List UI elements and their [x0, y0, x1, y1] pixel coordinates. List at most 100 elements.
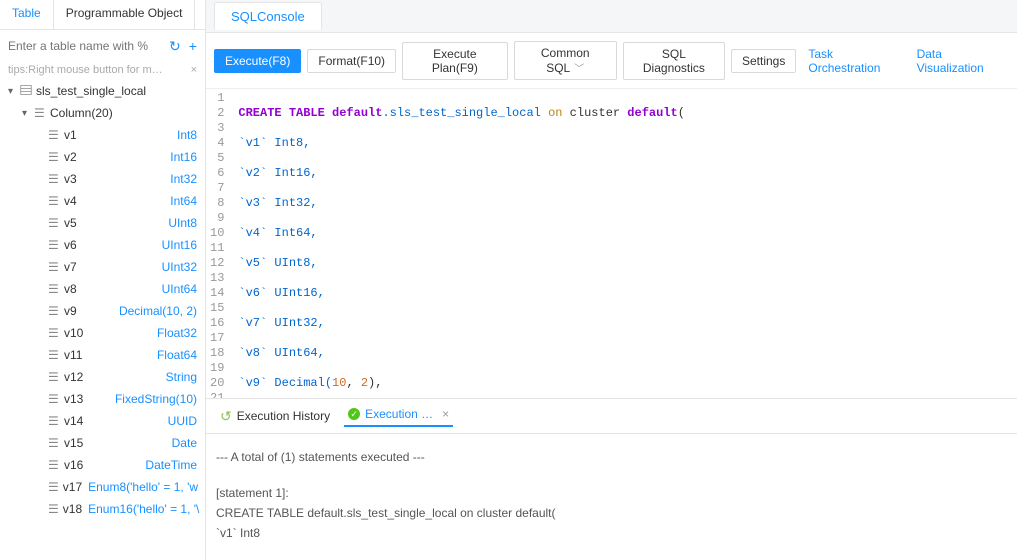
- tree-column-row[interactable]: ☰v2Int16: [0, 146, 205, 168]
- chevron-down-icon: ﹀: [574, 64, 584, 75]
- column-icon: ☰: [48, 282, 60, 296]
- column-type: UUID: [168, 414, 197, 428]
- column-type: UInt16: [162, 238, 197, 252]
- tree-column-row[interactable]: ☰v17Enum8('hello' = 1, 'w: [0, 476, 205, 498]
- editor-code[interactable]: CREATE TABLE default.sls_test_single_loc…: [232, 89, 1017, 398]
- result-summary: --- A total of (1) statements executed -…: [216, 450, 1007, 464]
- tree-column-row[interactable]: ☰v16DateTime: [0, 454, 205, 476]
- tree-column-row[interactable]: ☰v18Enum16('hello' = 1, '\: [0, 498, 205, 520]
- tab-execution-result[interactable]: ✓ Execution … ×: [344, 405, 453, 427]
- tree-column-row[interactable]: ☰ v13 FixedString(10): [0, 388, 205, 410]
- result-statement-header: [statement 1]:: [216, 486, 1007, 500]
- tab-sqlconsole[interactable]: SQLConsole: [214, 2, 322, 30]
- close-tab-icon[interactable]: ×: [442, 407, 449, 421]
- result-statement-partial: `v1` Int8: [216, 526, 1007, 540]
- task-orchestration-link[interactable]: Task Orchestration: [802, 43, 904, 79]
- result-body: --- A total of (1) statements executed -…: [206, 434, 1017, 560]
- editor-gutter: 1234567891011121314151617181920212223242…: [206, 89, 232, 398]
- column-type: Int16: [170, 150, 197, 164]
- column-icon: ☰: [48, 172, 60, 186]
- column-name: v9: [64, 304, 113, 318]
- refresh-icon[interactable]: ↻: [167, 38, 183, 55]
- execute-button[interactable]: Execute(F8): [214, 49, 301, 73]
- tab-programmable-object[interactable]: Programmable Object: [54, 0, 196, 29]
- column-name: v3: [64, 172, 164, 186]
- tree-column-row[interactable]: ☰ v8 UInt64: [0, 278, 205, 300]
- column-type: UInt64: [162, 282, 197, 296]
- tree-column-row[interactable]: ☰v4Int64: [0, 190, 205, 212]
- column-icon: ☰: [48, 216, 60, 230]
- format-button[interactable]: Format(F10): [307, 49, 396, 73]
- column-type: Int64: [170, 194, 197, 208]
- tree-columns-label: Column(20): [50, 106, 197, 120]
- column-type: Date: [172, 436, 197, 450]
- sql-diagnostics-button[interactable]: SQL Diagnostics: [623, 42, 725, 80]
- column-icon: ☰: [48, 348, 60, 362]
- caret-down-icon: ▾: [22, 108, 34, 119]
- column-name: v13: [64, 392, 109, 406]
- tab-execution-result-label: Execution …: [365, 407, 433, 421]
- column-icon: ☰: [48, 370, 60, 384]
- tree-column-row[interactable]: ☰ v15 Date: [0, 432, 205, 454]
- tree-column-row[interactable]: ☰v6UInt16: [0, 234, 205, 256]
- tree-column-row[interactable]: ☰v14UUID: [0, 410, 205, 432]
- success-icon: ✓: [348, 408, 360, 420]
- tree-column-row[interactable]: ☰ v5 UInt8: [0, 212, 205, 234]
- column-type: UInt8: [168, 216, 197, 230]
- data-visualization-link[interactable]: Data Visualization: [911, 43, 1009, 79]
- tree-column-row[interactable]: ☰v11Float64: [0, 344, 205, 366]
- search-row: ↻ +: [0, 30, 205, 62]
- column-type: Decimal(10, 2): [119, 304, 197, 318]
- tree-column-row[interactable]: ☰v1Int8: [0, 124, 205, 146]
- column-type: UInt32: [162, 260, 197, 274]
- column-icon: ☰: [48, 502, 59, 516]
- search-input[interactable]: [8, 35, 163, 57]
- tree-column-row[interactable]: ☰ v10 Float32: [0, 322, 205, 344]
- column-name: v15: [64, 436, 166, 450]
- table-icon: [20, 84, 32, 98]
- column-icon: ☰: [48, 392, 60, 406]
- column-name: v10: [64, 326, 151, 340]
- left-panel: Table Programmable Object ↻ + tips:Right…: [0, 0, 206, 560]
- column-icon: ☰: [48, 458, 60, 472]
- column-type: Int8: [177, 128, 197, 142]
- tree-columns-node[interactable]: ▾ ☰ Column(20): [0, 102, 205, 124]
- column-icon: ☰: [48, 304, 60, 318]
- column-icon: ☰: [48, 326, 60, 340]
- column-icon: ☰: [48, 480, 59, 494]
- left-tabs: Table Programmable Object: [0, 0, 205, 30]
- tree-column-row[interactable]: ☰v12String: [0, 366, 205, 388]
- column-type: Float32: [157, 326, 197, 340]
- result-statement-line: CREATE TABLE default.sls_test_single_loc…: [216, 506, 1007, 520]
- column-type: Int32: [170, 172, 197, 186]
- tab-execution-history[interactable]: ↺ Execution History: [216, 406, 334, 427]
- tab-table[interactable]: Table: [0, 0, 54, 29]
- tree-column-row[interactable]: ☰ v3 Int32: [0, 168, 205, 190]
- column-icon: ☰: [48, 260, 60, 274]
- common-sql-button[interactable]: Common SQL﹀: [514, 41, 617, 80]
- column-name: v7: [64, 260, 156, 274]
- sql-editor[interactable]: 1234567891011121314151617181920212223242…: [206, 89, 1017, 398]
- tab-execution-history-label: Execution History: [237, 409, 330, 423]
- column-name: v5: [64, 216, 162, 230]
- column-type: Enum16('hello' = 1, '\: [88, 502, 199, 516]
- column-name: v14: [64, 414, 162, 428]
- column-name: v8: [64, 282, 156, 296]
- right-panel: SQLConsole Execute(F8) Format(F10) Execu…: [206, 0, 1017, 560]
- editor-tabs: SQLConsole: [206, 0, 1017, 33]
- column-type: FixedString(10): [115, 392, 197, 406]
- tree-column-row[interactable]: ☰ v9 Decimal(10, 2): [0, 300, 205, 322]
- close-tips-icon[interactable]: ×: [187, 64, 197, 76]
- add-icon[interactable]: +: [187, 38, 199, 54]
- tips-label: tips:Right mouse button for m…: [8, 64, 163, 76]
- object-tree: ▾ sls_test_single_local ▾ ☰ Column(20) ☰…: [0, 80, 205, 560]
- settings-button[interactable]: Settings: [731, 49, 796, 73]
- execute-plan-button[interactable]: Execute Plan(F9): [402, 42, 508, 80]
- column-icon: ☰: [48, 436, 60, 450]
- column-name: v2: [64, 150, 164, 164]
- tree-table-node[interactable]: ▾ sls_test_single_local: [0, 80, 205, 102]
- toolbar: Execute(F8) Format(F10) Execute Plan(F9)…: [206, 33, 1017, 89]
- tree-column-row[interactable]: ☰ v7 UInt32: [0, 256, 205, 278]
- list-icon: ☰: [34, 106, 46, 120]
- column-name: v1: [64, 128, 171, 142]
